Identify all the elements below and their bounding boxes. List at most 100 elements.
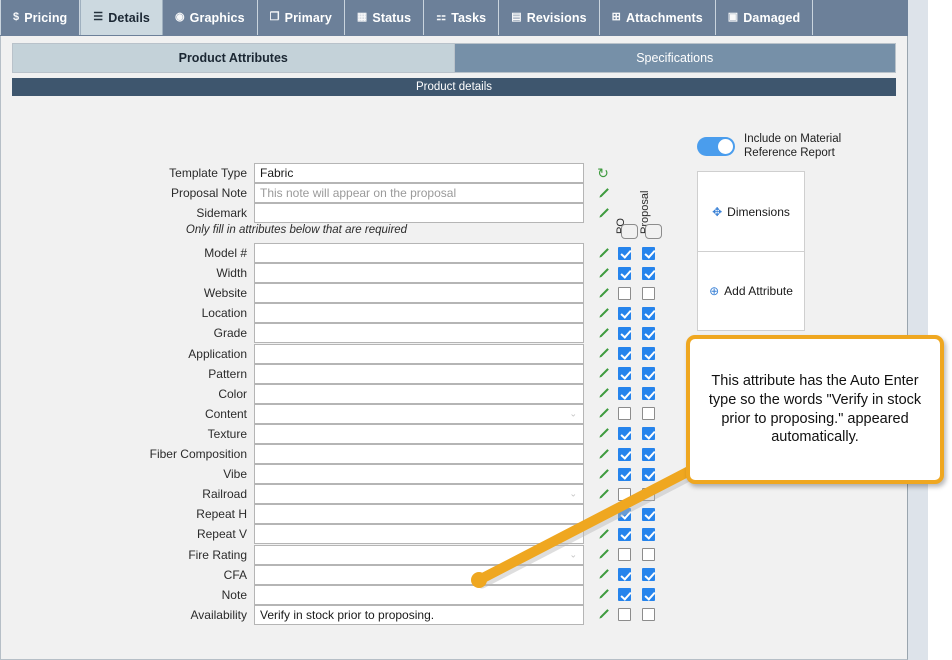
- pencil-icon[interactable]: [594, 307, 612, 320]
- pencil-icon[interactable]: [594, 468, 612, 481]
- chevron-down-icon[interactable]: ⌄: [569, 550, 577, 559]
- proposal-checkbox-cfa[interactable]: [636, 568, 660, 582]
- input-location[interactable]: [254, 303, 584, 324]
- tab-attachments[interactable]: ⊞ Attachments: [600, 0, 716, 35]
- proposal-checkbox-fire-rating[interactable]: [636, 548, 660, 561]
- pencil-icon[interactable]: [594, 267, 612, 280]
- pencil-icon[interactable]: [594, 247, 612, 260]
- po-checkbox-availability[interactable]: [612, 608, 636, 622]
- po-checkbox-width[interactable]: [612, 266, 636, 280]
- input-content[interactable]: ⌄: [254, 403, 584, 424]
- input-pattern[interactable]: [254, 363, 584, 384]
- proposal-checkbox-railroad[interactable]: [636, 487, 660, 501]
- input-texture[interactable]: [254, 423, 584, 444]
- pencil-icon[interactable]: [594, 387, 612, 400]
- proposal-checkbox-model[interactable]: [636, 246, 660, 260]
- tab-revisions[interactable]: ▤ Revisions: [499, 0, 600, 35]
- refresh-icon[interactable]: ↻: [594, 165, 612, 182]
- po-checkbox-repeat-h[interactable]: [612, 507, 636, 521]
- pencil-icon[interactable]: [594, 448, 612, 461]
- po-checkbox-railroad[interactable]: [612, 487, 636, 501]
- pencil-icon[interactable]: [594, 187, 612, 200]
- pencil-icon[interactable]: [594, 427, 612, 440]
- proposal-select-all-toggle[interactable]: [645, 224, 662, 239]
- pencil-icon[interactable]: [594, 207, 612, 220]
- pencil-icon[interactable]: [594, 508, 612, 521]
- proposal-checkbox-grade[interactable]: [636, 326, 660, 340]
- pencil-icon[interactable]: [594, 568, 612, 581]
- proposal-checkbox-color[interactable]: [636, 387, 660, 401]
- proposal-checkbox-fiber-composition[interactable]: [636, 447, 660, 461]
- input-cfa[interactable]: [254, 564, 584, 585]
- po-select-all-toggle[interactable]: [621, 224, 638, 239]
- tab-tasks[interactable]: ⚏ Tasks: [424, 0, 500, 35]
- input-sidemark[interactable]: [254, 203, 584, 223]
- pencil-icon[interactable]: [594, 548, 612, 561]
- proposal-checkbox-note[interactable]: [636, 588, 660, 602]
- input-width[interactable]: [254, 263, 584, 284]
- po-checkbox-location[interactable]: [612, 306, 636, 320]
- tab-pricing[interactable]: $ Pricing: [0, 0, 81, 35]
- pencil-icon[interactable]: [594, 608, 612, 621]
- pencil-icon[interactable]: [594, 367, 612, 380]
- input-website[interactable]: [254, 283, 584, 304]
- proposal-checkbox-width[interactable]: [636, 266, 660, 280]
- proposal-checkbox-repeat-v[interactable]: [636, 527, 660, 541]
- pencil-icon[interactable]: [594, 347, 612, 360]
- dimensions-button[interactable]: ✥ Dimensions: [698, 172, 804, 251]
- po-checkbox-texture[interactable]: [612, 427, 636, 441]
- input-application[interactable]: [254, 343, 584, 364]
- input-grade[interactable]: [254, 323, 584, 344]
- po-checkbox-note[interactable]: [612, 588, 636, 602]
- chevron-down-icon[interactable]: ⌄: [569, 489, 577, 499]
- chevron-down-icon[interactable]: ⌄: [569, 409, 577, 418]
- pencil-icon[interactable]: [594, 588, 612, 601]
- input-model[interactable]: [254, 243, 584, 263]
- pencil-icon[interactable]: [594, 407, 612, 420]
- proposal-checkbox-vibe[interactable]: [636, 467, 660, 481]
- subtab-product-attributes[interactable]: Product Attributes: [13, 44, 455, 72]
- proposal-checkbox-application[interactable]: [636, 347, 660, 360]
- tab-graphics[interactable]: ◉ Graphics: [163, 0, 258, 35]
- tab-status[interactable]: ▦ Status: [345, 0, 425, 35]
- po-checkbox-vibe[interactable]: [612, 467, 636, 481]
- proposal-checkbox-website[interactable]: [636, 286, 660, 300]
- po-checkbox-repeat-v[interactable]: [612, 527, 636, 541]
- input-availability[interactable]: Verify in stock prior to proposing.: [254, 604, 584, 625]
- po-checkbox-fire-rating[interactable]: [612, 548, 636, 561]
- proposal-checkbox-location[interactable]: [636, 306, 660, 320]
- proposal-checkbox-pattern[interactable]: [636, 367, 660, 381]
- input-fiber-composition[interactable]: [254, 444, 584, 464]
- po-checkbox-pattern[interactable]: [612, 367, 636, 381]
- po-checkbox-model[interactable]: [612, 246, 636, 260]
- po-checkbox-website[interactable]: [612, 286, 636, 300]
- po-checkbox-grade[interactable]: [612, 326, 636, 340]
- po-checkbox-fiber-composition[interactable]: [612, 447, 636, 461]
- input-fire-rating[interactable]: ⌄: [254, 544, 584, 565]
- input-repeat-v[interactable]: [254, 524, 584, 545]
- input-template-type[interactable]: Fabric: [254, 163, 584, 183]
- input-railroad[interactable]: ⌄: [254, 484, 584, 505]
- po-checkbox-cfa[interactable]: [612, 568, 636, 582]
- po-checkbox-content[interactable]: [612, 407, 636, 421]
- pencil-icon[interactable]: [594, 287, 612, 300]
- input-repeat-h[interactable]: [254, 504, 584, 525]
- add-attribute-button[interactable]: ⊕ Add Attribute: [698, 251, 804, 330]
- proposal-checkbox-availability[interactable]: [636, 608, 660, 622]
- pencil-icon[interactable]: [594, 488, 612, 501]
- input-proposal-note[interactable]: This note will appear on the proposal: [254, 183, 584, 203]
- pencil-icon[interactable]: [594, 327, 612, 340]
- subtab-specifications[interactable]: Specifications: [454, 44, 895, 72]
- tab-primary[interactable]: ❐ Primary: [258, 0, 345, 35]
- input-vibe[interactable]: [254, 464, 584, 485]
- pencil-icon[interactable]: [594, 528, 612, 541]
- include-on-material-reference-toggle[interactable]: [697, 137, 735, 157]
- proposal-checkbox-content[interactable]: [636, 407, 660, 421]
- input-note[interactable]: [254, 584, 584, 605]
- po-checkbox-application[interactable]: [612, 347, 636, 360]
- proposal-checkbox-texture[interactable]: [636, 427, 660, 441]
- tab-details[interactable]: ☰ Details: [80, 0, 163, 35]
- po-checkbox-color[interactable]: [612, 387, 636, 401]
- input-color[interactable]: [254, 383, 584, 404]
- tab-damaged[interactable]: ▣ Damaged: [716, 0, 814, 35]
